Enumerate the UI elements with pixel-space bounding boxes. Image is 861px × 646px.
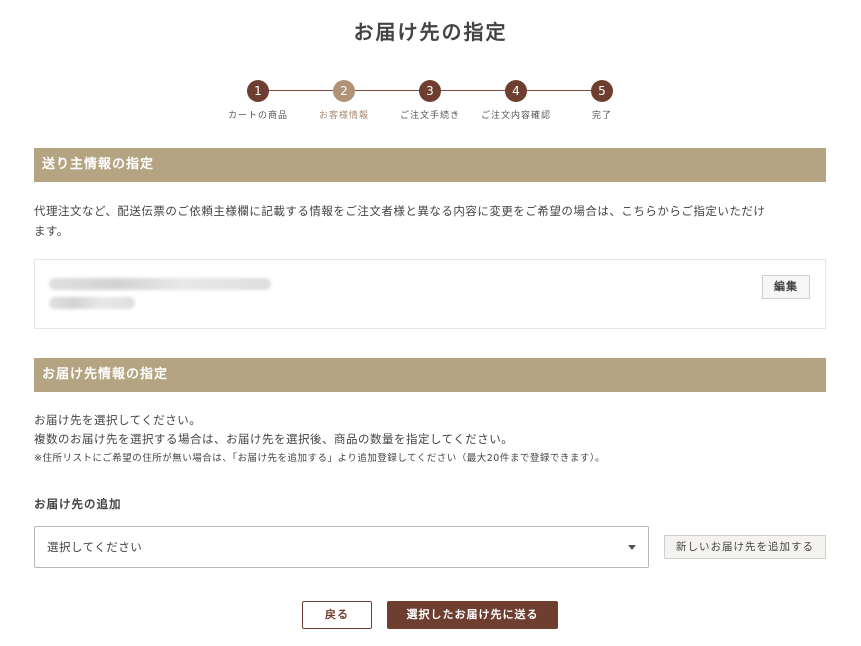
delivery-section-header: お届け先情報の指定 (34, 358, 826, 392)
delivery-notes: お届け先を選択してください。 複数のお届け先を選択する場合は、お届け先を選択後、… (34, 411, 605, 468)
sender-description-line: 代理注文など、配送伝票のご依頼主様欄に記載する情報をご注文者様と異なる内容に変更… (34, 204, 766, 218)
step-customer-info: 2 お客様情報 (299, 80, 389, 121)
step-label: ご注文内容確認 (480, 111, 551, 121)
delivery-note-small: ※住所リストにご希望の住所が無い場合は、「お届け先を追加する」より追加登録してく… (34, 453, 606, 464)
add-new-address-button[interactable]: 新しいお届け先を追加する (664, 535, 826, 559)
sender-info-box: 編集 (34, 259, 826, 329)
blurred-sender-name (49, 278, 271, 290)
add-delivery-label: お届け先の追加 (34, 497, 122, 511)
send-to-selected-button[interactable]: 選択したお届け先に送る (387, 601, 558, 629)
caret-down-icon (628, 545, 636, 550)
sender-section-header: 送り主情報の指定 (34, 148, 826, 182)
step-number: 4 (505, 80, 527, 102)
delivery-note: お届け先を選択してください。 (34, 413, 202, 427)
step-label: 完了 (591, 111, 612, 121)
edit-sender-button[interactable]: 編集 (762, 275, 810, 299)
step-number: 2 (333, 80, 355, 102)
step-order-procedure: 3 ご注文手続き (385, 80, 475, 121)
back-button[interactable]: 戻る (302, 601, 372, 629)
step-label: カートの商品 (227, 111, 288, 121)
step-number: 5 (591, 80, 613, 102)
step-order-confirm: 4 ご注文内容確認 (471, 80, 561, 121)
sender-description-line: ます。 (34, 224, 69, 238)
blurred-sender-address (49, 297, 135, 309)
delivery-note: 複数のお届け先を選択する場合は、お届け先を選択後、商品の数量を指定してください。 (34, 432, 514, 446)
checkout-stepper: 1 カートの商品 2 お客様情報 3 ご注文手続き 4 ご注文内容確認 5 完了 (0, 80, 861, 124)
step-label: お客様情報 (318, 111, 369, 121)
select-value: 選択してください (47, 540, 143, 554)
sender-description: 代理注文など、配送伝票のご依頼主様欄に記載する情報をご注文者様と異なる内容に変更… (34, 201, 829, 241)
delivery-address-select[interactable]: 選択してください (34, 526, 649, 568)
step-number: 3 (419, 80, 441, 102)
step-cart: 1 カートの商品 (213, 80, 303, 121)
step-number: 1 (247, 80, 269, 102)
page-title: お届け先の指定 (353, 20, 508, 44)
step-complete: 5 完了 (557, 80, 647, 121)
step-label: ご注文手続き (399, 111, 460, 121)
